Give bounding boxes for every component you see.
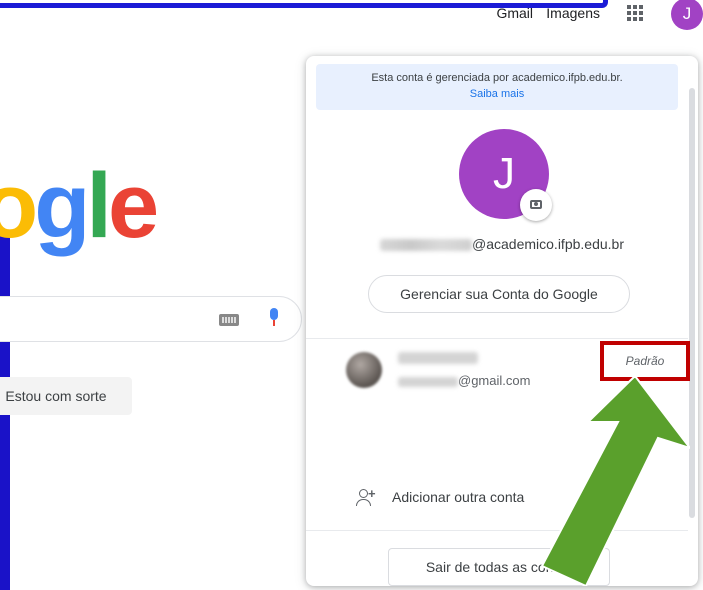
other-account-email: @gmail.com xyxy=(398,373,530,388)
learn-more-link[interactable]: Saiba mais xyxy=(316,86,678,102)
redacted-email-user xyxy=(398,376,458,387)
add-account-button[interactable]: + Adicionar outra conta xyxy=(356,486,525,506)
divider xyxy=(306,338,688,339)
account-menu: Esta conta é gerenciada por academico.if… xyxy=(306,56,698,586)
managed-notice-text: Esta conta é gerenciada por academico.if… xyxy=(371,72,623,84)
default-account-badge: Padrão xyxy=(600,341,690,381)
account-avatar-button[interactable]: J xyxy=(671,0,703,30)
change-photo-button[interactable] xyxy=(520,189,552,221)
apps-grid-icon[interactable] xyxy=(625,3,645,23)
gmail-link[interactable]: Gmail xyxy=(496,5,533,21)
scrollbar[interactable] xyxy=(689,88,695,518)
other-account-avatar xyxy=(346,352,382,388)
search-input[interactable] xyxy=(0,296,302,342)
managed-notice: Esta conta é gerenciada por academico.if… xyxy=(316,64,678,110)
account-email-domain: @academico.ifpb.edu.br xyxy=(472,236,624,252)
other-account-email-domain: @gmail.com xyxy=(458,373,531,388)
redacted-username xyxy=(380,239,473,252)
feeling-lucky-button[interactable]: Estou com sorte xyxy=(0,377,132,415)
divider xyxy=(306,530,688,531)
redacted-name xyxy=(398,352,478,364)
keyboard-icon[interactable] xyxy=(219,314,239,326)
add-person-icon: + xyxy=(356,486,376,506)
add-account-label: Adicionar outra conta xyxy=(392,489,525,505)
account-email: @academico.ifpb.edu.br xyxy=(306,236,698,252)
sign-out-all-button[interactable]: Sair de todas as contas xyxy=(388,548,610,586)
manage-account-button[interactable]: Gerenciar sua Conta do Google xyxy=(368,275,630,313)
images-link[interactable]: Imagens xyxy=(546,5,600,21)
mic-icon[interactable] xyxy=(269,308,279,326)
google-logo: ogle xyxy=(0,155,159,257)
